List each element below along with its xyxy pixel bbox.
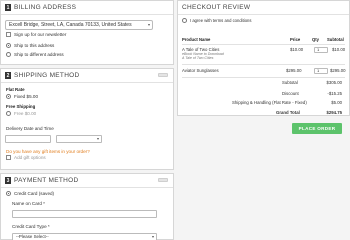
- shipping-label: Shipping & Handling (Flat Rate - Fixed): [232, 100, 307, 105]
- billing-title: BILLING ADDRESS: [14, 4, 77, 11]
- chevron-down-icon: ▾: [147, 22, 150, 27]
- discount-label: Discount: [282, 91, 299, 96]
- review-header: CHECKOUT REVIEW: [178, 1, 349, 15]
- divider: [182, 77, 345, 78]
- free-shipping-heading: Free Shipping: [6, 104, 36, 109]
- edit-button[interactable]: [158, 73, 168, 77]
- step-number: 3: [5, 177, 11, 184]
- item-name: Aviator Sunglasses: [182, 68, 219, 73]
- subtotal-label: Subtotal: [282, 80, 298, 85]
- card-type-select[interactable]: --Please Select-- ▾: [12, 233, 157, 240]
- card-type-value: --Please Select--: [16, 234, 49, 239]
- col-price: Price: [290, 37, 301, 42]
- place-order-button[interactable]: PLACE ORDER: [292, 123, 342, 134]
- ship-same-radio[interactable]: Ship to this address: [6, 43, 54, 48]
- newsletter-checkbox[interactable]: Sign up for our newsletter: [6, 32, 66, 37]
- edit-button[interactable]: [158, 178, 168, 182]
- gift-question: Do you have any gift items in your order…: [6, 149, 90, 154]
- gift-option-label: Add gift options: [14, 155, 46, 160]
- ship-diff-label: Ship to different address: [14, 52, 64, 57]
- qty-select[interactable]: 1: [314, 68, 328, 74]
- grand-total-value: $294.75: [326, 110, 342, 115]
- col-qty: Qty: [312, 37, 319, 42]
- radio-icon: [6, 111, 11, 116]
- item-meta: A Tale of Two Cities: [182, 56, 214, 60]
- col-product-name: Product Name: [182, 37, 211, 42]
- payment-title: PAYMENT METHOD: [14, 177, 79, 184]
- item-subtotal: $10.00: [332, 47, 346, 52]
- chevron-down-icon: ▾: [151, 234, 154, 239]
- name-on-card-label: Name on Card *: [12, 201, 45, 206]
- item-price: $295.00: [286, 68, 302, 73]
- subtotal-value: $305.00: [326, 80, 342, 85]
- grand-total-label: Grand Total: [276, 110, 300, 115]
- discount-value: -$15.25: [327, 91, 342, 96]
- shipping-title: SHIPPING METHOD: [14, 72, 80, 79]
- chevron-down-icon: ▾: [96, 136, 99, 141]
- divider: [182, 44, 345, 45]
- delivery-label: Delivery Date and Time: [6, 126, 54, 131]
- payment-header: 3 PAYMENT METHOD: [1, 174, 173, 188]
- gift-options-checkbox[interactable]: Add gift options: [6, 155, 46, 160]
- checkbox-icon: [182, 18, 187, 23]
- flat-rate-option: Fixed $5.00: [14, 94, 39, 99]
- agree-terms-label: I agree with terms and conditions: [190, 18, 252, 23]
- step-number: 1: [5, 4, 11, 11]
- payment-method-section: 3 PAYMENT METHOD: [0, 173, 174, 240]
- billing-address-value: Excell Bridge, Street, LA, Canada 70133,…: [9, 22, 132, 28]
- radio-icon: [6, 52, 11, 57]
- review-title: CHECKOUT REVIEW: [182, 4, 251, 11]
- table-row: A Tale of Two Cities eBook Name to Downl…: [182, 47, 345, 62]
- billing-header: 1 BILLING ADDRESS: [1, 1, 173, 15]
- agree-terms-checkbox[interactable]: I agree with terms and conditions: [182, 18, 251, 23]
- qty-value: 1: [317, 47, 320, 52]
- newsletter-label: Sign up for our newsletter: [14, 32, 67, 37]
- billing-address-select[interactable]: Excell Bridge, Street, LA, Canada 70133,…: [5, 20, 153, 30]
- shipping-header: 2 SHIPPING METHOD: [1, 69, 173, 83]
- radio-selected-icon: [6, 191, 11, 196]
- credit-card-radio[interactable]: Credit Card (saved): [6, 191, 54, 196]
- radio-selected-icon: [6, 43, 11, 48]
- checkbox-icon: [6, 32, 11, 37]
- table-row: Aviator Sunglasses $295.00 1 $295.00: [182, 68, 346, 76]
- free-option: Free $0.00: [14, 111, 37, 116]
- divider: [182, 64, 345, 65]
- col-subtotal: Subtotal: [327, 37, 344, 42]
- qty-value: 1: [317, 68, 320, 73]
- checkbox-icon: [6, 155, 11, 160]
- qty-select[interactable]: 1: [314, 47, 328, 53]
- card-type-label: Credit Card Type *: [12, 224, 50, 229]
- ship-diff-radio[interactable]: Ship to different address: [6, 52, 64, 57]
- item-subtotal: $295.00: [330, 68, 346, 73]
- delivery-time-select[interactable]: ▾: [56, 135, 102, 143]
- step-number: 2: [5, 72, 11, 79]
- ship-same-label: Ship to this address: [14, 43, 55, 48]
- flat-rate-radio[interactable]: Fixed $5.00: [6, 94, 38, 99]
- review-table-header: Product Name Price Qty Subtotal: [182, 37, 345, 44]
- radio-selected-icon: [6, 94, 11, 99]
- payment-method-label: Credit Card (saved): [14, 191, 55, 196]
- delivery-date-input[interactable]: [5, 135, 51, 143]
- free-shipping-radio[interactable]: Free $0.00: [6, 111, 36, 116]
- item-price: $10.00: [290, 47, 304, 52]
- flat-rate-heading: Flat Rate: [6, 87, 25, 92]
- shipping-value: $5.00: [331, 100, 342, 105]
- name-on-card-input[interactable]: [12, 210, 157, 218]
